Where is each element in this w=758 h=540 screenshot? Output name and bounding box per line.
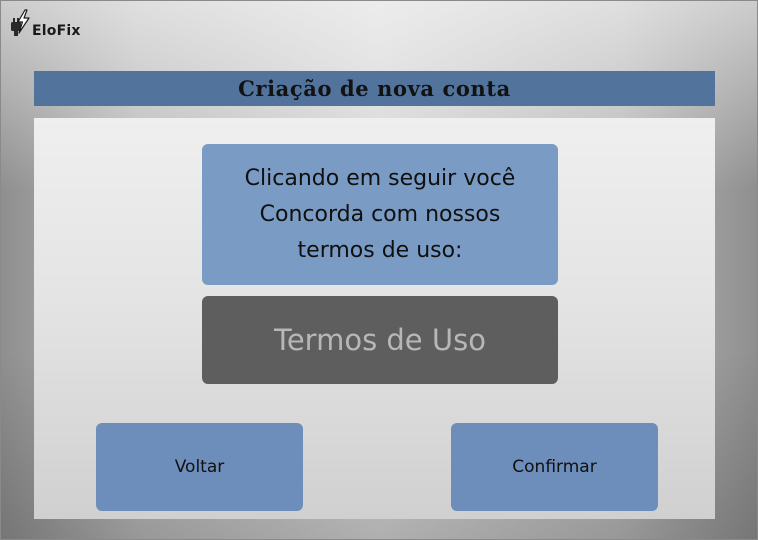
- page-header: Criação de nova conta: [34, 71, 715, 106]
- app-window: EloFix Criação de nova conta Clicando em…: [0, 0, 758, 540]
- terms-of-use-button[interactable]: Termos de Uso: [202, 296, 558, 384]
- page-title: Criação de nova conta: [238, 76, 511, 101]
- terms-of-use-label: Termos de Uso: [274, 323, 486, 357]
- back-button-label: Voltar: [174, 457, 225, 477]
- confirm-button-label: Confirmar: [512, 457, 597, 477]
- terms-message-text: Clicando em seguir você Concorda com nos…: [244, 165, 516, 263]
- terms-message-box: Clicando em seguir você Concorda com nos…: [202, 144, 558, 285]
- lightning-plug-icon: [11, 9, 30, 36]
- back-button[interactable]: Voltar: [96, 423, 303, 511]
- brand-name: EloFix: [32, 23, 81, 39]
- brand-logo: EloFix: [9, 7, 81, 39]
- confirm-button[interactable]: Confirmar: [451, 423, 658, 511]
